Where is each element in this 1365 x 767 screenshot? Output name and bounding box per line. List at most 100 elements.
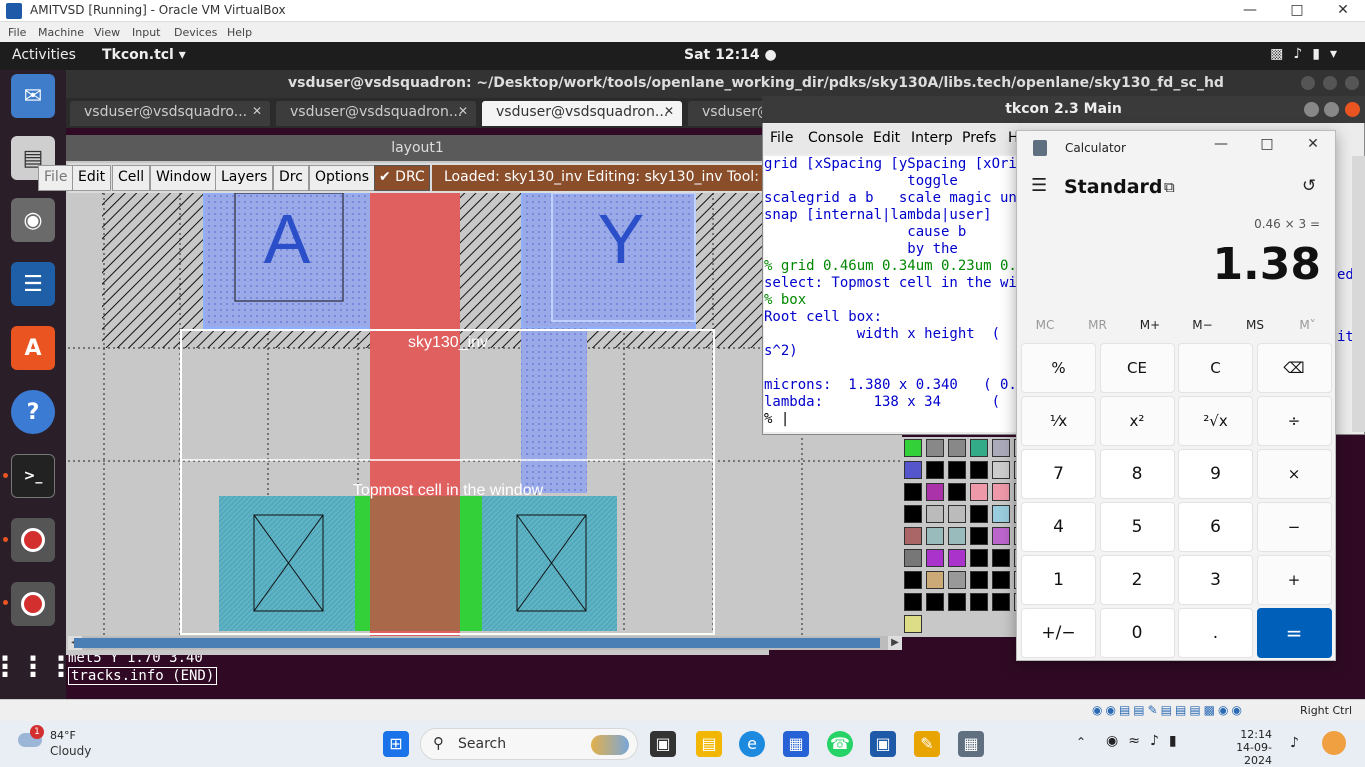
layer-swatch[interactable] — [926, 505, 944, 523]
activities-button[interactable]: Activities — [12, 47, 76, 63]
layer-swatch[interactable] — [992, 593, 1010, 611]
calc-key[interactable]: ²√x — [1178, 396, 1253, 446]
layer-swatch[interactable] — [992, 571, 1010, 589]
layer-swatch[interactable] — [926, 483, 944, 501]
layer-swatch[interactable] — [970, 549, 988, 567]
layer-swatch[interactable] — [904, 549, 922, 567]
task-view-icon[interactable]: ▣ — [650, 731, 676, 757]
tab-close-icon[interactable]: ✕ — [252, 104, 262, 118]
software-icon[interactable]: A — [11, 326, 55, 370]
tab-close-icon[interactable]: ✕ — [458, 104, 468, 118]
start-icon[interactable]: ⊞ — [383, 731, 409, 757]
layer-swatch[interactable] — [948, 439, 966, 457]
layer-swatch[interactable] — [948, 549, 966, 567]
calc-key[interactable]: x² — [1099, 396, 1175, 446]
calc-key[interactable]: 9 — [1178, 449, 1253, 499]
chevron-up-icon[interactable]: ⌃ — [1076, 735, 1086, 749]
tray-icons[interactable]: ◉≈♪▮ — [1106, 733, 1187, 749]
calc-close-icon[interactable]: ✕ — [1293, 136, 1333, 160]
layer-swatch[interactable] — [992, 505, 1010, 523]
terminal-icon[interactable]: >_ — [11, 454, 55, 498]
tkcon-menu-edit[interactable]: Edit — [873, 130, 900, 146]
layer-swatch[interactable] — [992, 439, 1010, 457]
drc-toggle[interactable]: ✔ DRC — [374, 165, 430, 191]
scroll-right-icon[interactable]: ▶ — [888, 636, 902, 650]
sticky-app-icon[interactable]: ✎ — [914, 731, 940, 757]
layer-swatch[interactable] — [904, 527, 922, 545]
layer-swatch[interactable] — [992, 527, 1010, 545]
layer-swatch[interactable] — [926, 549, 944, 567]
hamburger-menu-icon[interactable]: ☰ — [1031, 175, 1047, 196]
layer-swatch[interactable] — [904, 593, 922, 611]
layer-swatch[interactable] — [948, 593, 966, 611]
layout-menu-drc[interactable]: Drc — [273, 165, 309, 191]
calc-key[interactable]: ⌫ — [1256, 343, 1332, 393]
tkcon-menu-console[interactable]: Console — [808, 130, 864, 146]
layer-swatch[interactable] — [970, 505, 988, 523]
terminal-close-icon[interactable] — [1345, 76, 1359, 90]
clock[interactable]: Sat 12:14 ● — [684, 47, 777, 63]
layer-swatch[interactable] — [970, 593, 988, 611]
tkcon-maximize-icon[interactable] — [1324, 102, 1339, 117]
layer-swatch[interactable] — [948, 483, 966, 501]
vbox-menu-help[interactable]: Help — [227, 26, 252, 39]
blocked-app-icon[interactable] — [11, 518, 55, 562]
store-icon[interactable]: ▦ — [783, 731, 809, 757]
copilot-icon[interactable] — [1322, 731, 1346, 755]
layer-swatch[interactable] — [970, 461, 988, 479]
layer-swatch[interactable] — [970, 527, 988, 545]
tkcon-console[interactable]: grid [xSpacing [ySpacing [xOrig toggle sc… — [764, 156, 1016, 432]
tkcon-minimize-icon[interactable] — [1304, 102, 1319, 117]
help-icon[interactable]: ? — [11, 390, 55, 434]
calc-minimize-icon[interactable]: — — [1201, 136, 1241, 160]
calculator-taskbar-icon[interactable]: ▦ — [958, 731, 984, 757]
terminal-tab[interactable]: vsduser@v — [688, 101, 766, 126]
layer-swatch[interactable] — [948, 571, 966, 589]
calc-key[interactable]: = — [1256, 608, 1332, 658]
memory-button[interactable]: M− — [1177, 318, 1229, 332]
layer-swatch[interactable] — [948, 461, 966, 479]
vbox-menu-devices[interactable]: Devices — [174, 26, 217, 39]
whatsapp-icon[interactable]: ☎ — [827, 731, 853, 757]
calc-key[interactable]: 2 — [1099, 555, 1175, 605]
minimize-icon[interactable]: — — [1227, 0, 1273, 22]
keep-on-top-icon[interactable]: ⧉ — [1164, 178, 1175, 196]
calc-key[interactable]: 6 — [1178, 502, 1253, 552]
close-icon[interactable]: ✕ — [1320, 0, 1365, 22]
layer-swatch[interactable] — [926, 461, 944, 479]
memory-button[interactable]: M+ — [1124, 318, 1176, 332]
layer-swatch[interactable] — [992, 461, 1010, 479]
layer-swatch[interactable] — [904, 461, 922, 479]
memory-button[interactable]: MR — [1072, 318, 1124, 332]
calc-key[interactable]: C — [1178, 343, 1253, 393]
layer-swatch[interactable] — [992, 483, 1010, 501]
tkcon-menu-file[interactable]: File — [770, 130, 793, 146]
vbox-menu-file[interactable]: File — [8, 26, 26, 39]
terminal-tab-active[interactable]: vsduser@vsdsquadron... ✕ — [482, 101, 682, 126]
blocked-app-icon[interactable] — [11, 582, 55, 626]
calc-key[interactable]: 3 — [1178, 555, 1253, 605]
layer-swatch[interactable] — [904, 439, 922, 457]
calc-key[interactable]: 4 — [1021, 502, 1096, 552]
memory-button[interactable]: MC — [1019, 318, 1071, 332]
tkcon-menu-interp[interactable]: Interp — [911, 130, 953, 146]
memory-button[interactable]: MS — [1229, 318, 1281, 332]
layer-swatch[interactable] — [970, 439, 988, 457]
terminal-maximize-icon[interactable] — [1323, 76, 1337, 90]
layout-menu-window[interactable]: Window — [150, 165, 218, 191]
calc-key[interactable]: +/− — [1021, 608, 1096, 658]
rhythmbox-icon[interactable]: ◉ — [11, 198, 55, 242]
taskbar-clock[interactable]: 12:14 14-09-2024 — [1220, 728, 1272, 767]
calc-key[interactable]: 0 — [1099, 608, 1175, 658]
calc-key[interactable]: × — [1256, 449, 1332, 499]
terminal-tab[interactable]: vsduser@vsdsquadron... ✕ — [276, 101, 476, 126]
vbox-menu-view[interactable]: View — [94, 26, 120, 39]
virtualbox-icon[interactable]: ▣ — [870, 731, 896, 757]
calc-key[interactable]: 1 — [1021, 555, 1096, 605]
layout-menu-layers[interactable]: Layers — [215, 165, 274, 191]
layout-menu-cell[interactable]: Cell — [112, 165, 151, 191]
layer-swatch[interactable] — [904, 483, 922, 501]
tkcon-scrollbar[interactable] — [1352, 156, 1365, 432]
layer-swatch[interactable] — [926, 571, 944, 589]
layer-swatch[interactable] — [948, 505, 966, 523]
